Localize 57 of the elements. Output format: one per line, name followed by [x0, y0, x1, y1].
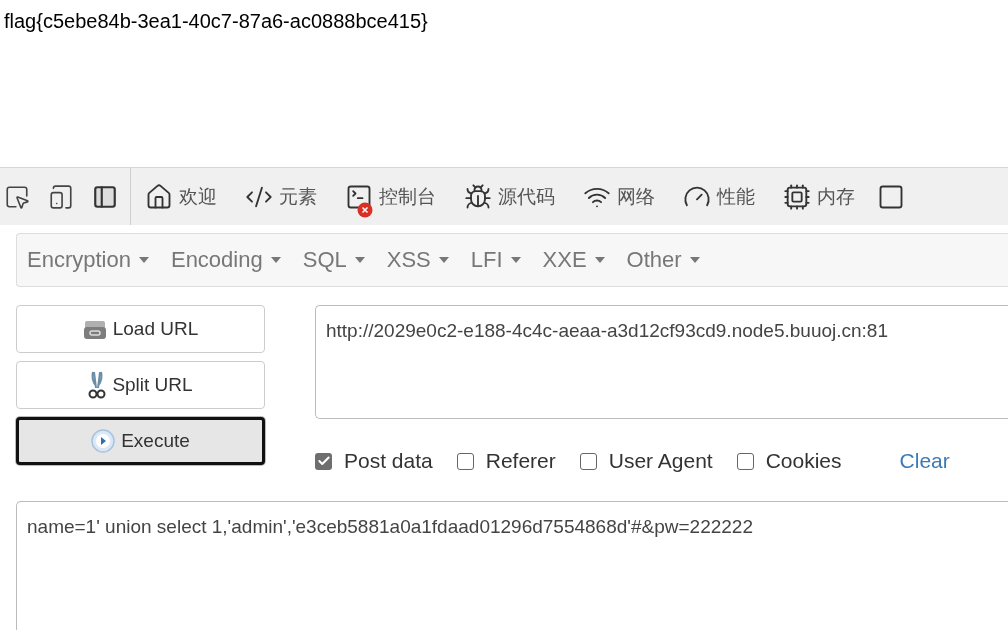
devtools-tab[interactable]: 源代码: [450, 168, 569, 225]
caret-icon: [354, 257, 365, 263]
devtools-tab[interactable]: 内存: [769, 168, 869, 225]
dock-icon[interactable]: [92, 183, 118, 210]
devtools-tab[interactable]: 元素: [231, 168, 331, 225]
url-field[interactable]: http://2029e0c2-e188-4c4c-aeaa-a3d12cf93cd9.node5.buuoj.cn:81: [315, 305, 1008, 419]
checkbox[interactable]: [315, 452, 332, 470]
option-checkbox[interactable]: Cookies: [736, 449, 842, 473]
toolbar-button[interactable]: Split URL: [16, 361, 265, 409]
devtools-tab[interactable]: 性能: [669, 168, 769, 225]
checkbox[interactable]: [456, 452, 474, 470]
menu-item[interactable]: XSS: [386, 247, 459, 273]
toolbar-button[interactable]: Execute: [16, 417, 265, 465]
clear-link[interactable]: Clear: [899, 449, 950, 473]
menu-item[interactable]: Encryption: [27, 247, 159, 273]
inspect-icon[interactable]: [4, 183, 30, 210]
bug-icon: [464, 182, 492, 211]
tab-label: 性能: [717, 184, 755, 209]
checkbox-label: Cookies: [765, 449, 842, 473]
devtools-tab[interactable]: 网络: [569, 168, 669, 225]
menu-item[interactable]: Other: [626, 247, 710, 273]
checkbox-label: Post data: [344, 449, 433, 473]
option-checkbox[interactable]: User Agent: [579, 449, 713, 473]
checkbox[interactable]: [736, 452, 754, 470]
caret-icon: [510, 257, 521, 263]
caret-icon: [594, 257, 605, 263]
tab-label: 欢迎: [179, 184, 217, 209]
tab-label: 元素: [279, 184, 317, 209]
checkbox[interactable]: [579, 452, 597, 470]
flag-text: flag{c5ebe84b-3ea1-40c7-87a6-ac0888bce415}: [3, 9, 428, 34]
play-icon: [91, 429, 116, 453]
devtools-tab[interactable]: 控制台: [331, 168, 450, 225]
toolbar-button[interactable]: Load URL: [16, 305, 265, 353]
tab-label: 网络: [617, 184, 655, 209]
menu-item[interactable]: XXE: [542, 247, 615, 273]
tab-label: 源代码: [498, 184, 555, 209]
menu-item[interactable]: Encoding: [170, 247, 291, 273]
chip-icon: [783, 182, 811, 211]
drive-icon: [82, 318, 107, 340]
house-icon: [145, 182, 173, 211]
option-checkbox[interactable]: Referer: [456, 449, 556, 473]
error-badge-icon: [357, 202, 373, 218]
caret-icon: [270, 257, 281, 263]
menu-item[interactable]: LFI: [470, 247, 531, 273]
tab-label: 内存: [817, 184, 855, 209]
tab-label: 控制台: [379, 184, 436, 209]
checkbox-label: User Agent: [608, 449, 713, 473]
post-data-field[interactable]: name=1' union select 1,'admin','e3ceb5881a0a1fdaad01296d7554868d'#&pw=222222: [16, 501, 1008, 630]
caret-icon: [689, 257, 700, 263]
menu-item[interactable]: SQL: [302, 247, 375, 273]
checkbox-label: Referer: [485, 449, 556, 473]
caret-icon: [138, 257, 149, 263]
option-checkbox[interactable]: Post data: [315, 449, 433, 473]
scissors-icon: [88, 370, 107, 400]
device-icon[interactable]: [48, 183, 74, 210]
devtools-tab[interactable]: 欢迎: [131, 168, 231, 225]
caret-icon: [438, 257, 449, 263]
